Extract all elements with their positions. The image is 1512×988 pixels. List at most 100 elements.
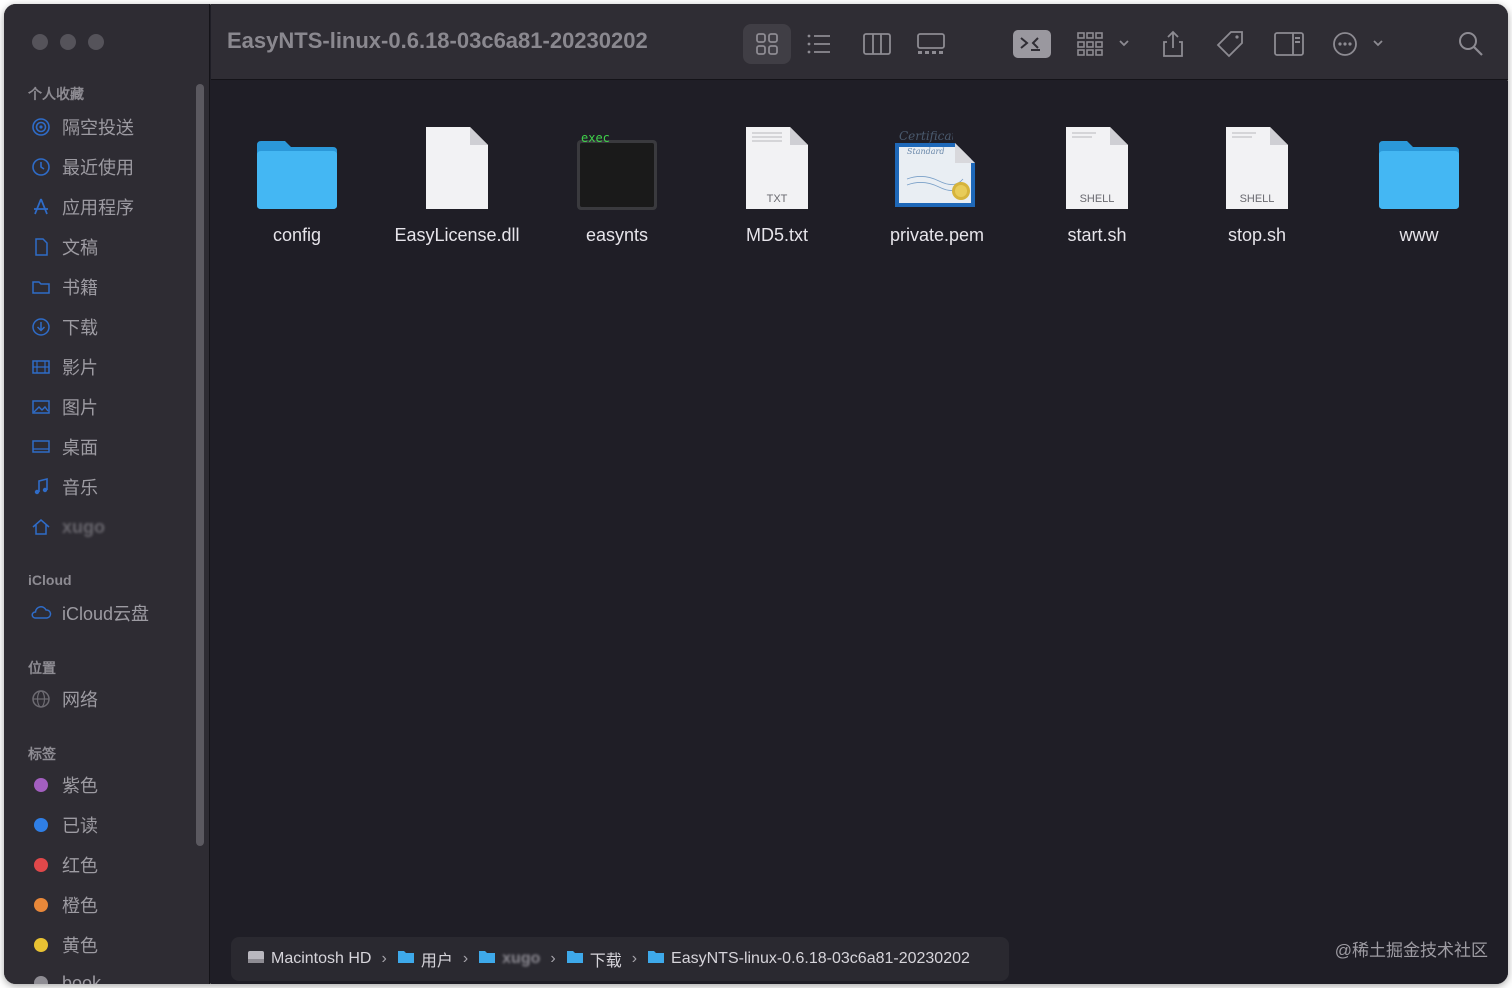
file-item-start-sh[interactable]: SHELL start.sh [1017,117,1177,246]
sidebar-item-recents[interactable]: 最近使用 [30,152,190,182]
path-bar: Macintosh HD › 用户 › xugo › 下载 › EasyNTS-… [231,937,1009,981]
sidebar-item-home[interactable]: xugo [30,512,190,542]
window-title: EasyNTS-linux-0.6.18-03c6a81-20230202 [227,28,648,53]
sidebar-item-movies[interactable]: 影片 [30,352,190,382]
music-icon [30,476,52,498]
close-window-button[interactable] [32,34,48,50]
exec-badge: exec [581,131,610,145]
cloud-icon [30,602,52,624]
group-icon [1076,31,1132,57]
applications-icon [30,196,52,218]
certificate-title: Certificate [899,129,953,143]
file-type-badge: TXT [766,193,788,205]
download-icon [30,316,52,338]
watermark: @稀土掘金技术社区 [1334,941,1488,960]
terminal-button[interactable] [1009,24,1055,64]
sidebar-item-label: 红色 [62,856,98,876]
folder-icon [247,117,347,211]
sidebar-tag-yellow[interactable]: 黄色 [30,930,190,960]
sidebar-item-desktop[interactable]: 桌面 [30,432,190,462]
terminal-icon [1012,29,1052,59]
zoom-window-button[interactable] [88,34,104,50]
sidebar-tag-red[interactable]: 红色 [30,850,190,880]
chevron-right-icon: › [462,950,469,967]
icon-view-button[interactable] [743,24,791,64]
airdrop-icon [30,116,52,138]
tag-button[interactable] [1211,24,1249,64]
file-item-easynts[interactable]: exec easynts [537,117,697,246]
sidebar-item-downloads[interactable]: 下载 [30,312,190,342]
preview-pane-icon [1274,32,1304,56]
file-name: start.sh [1067,225,1127,245]
sidebar-item-airdrop[interactable]: 隔空投送 [30,112,190,142]
shell-script-icon: SHELL [1207,117,1307,211]
certificate-subtitle: Standard [907,147,945,156]
sidebar-item-icloud-drive[interactable]: iCloud云盘 [30,598,190,628]
preview-pane-button[interactable] [1269,24,1309,64]
file-item-stop-sh[interactable]: SHELL stop.sh [1177,117,1337,246]
sidebar-item-label: 紫色 [62,776,98,796]
gallery-view-icon [917,33,945,55]
group-button[interactable] [1073,24,1135,64]
sidebar-item-label: 已读 [62,816,98,836]
sidebar-item-pictures[interactable]: 图片 [30,392,190,422]
list-view-button[interactable] [797,24,841,64]
file-name: config [272,225,322,245]
chevron-right-icon: › [631,950,638,967]
path-item-user-home[interactable]: xugo [478,949,540,969]
sidebar-tag-read[interactable]: 已读 [30,810,190,840]
sidebar-item-books[interactable]: 书籍 [30,272,190,302]
sidebar-item-music[interactable]: 音乐 [30,472,190,502]
gallery-view-button[interactable] [907,24,955,64]
tag-dot-icon [30,894,52,916]
path-item-current-folder[interactable]: EasyNTS-linux-0.6.18-03c6a81-20230202 [647,949,970,969]
folder-icon [478,949,496,969]
window-controls [32,34,104,50]
more-actions-button[interactable] [1331,24,1387,64]
tag-dot-icon [30,972,52,984]
sidebar-scrollbar[interactable] [196,84,204,846]
sidebar-tag-book[interactable]: book [30,968,190,984]
sidebar-item-network[interactable]: 网络 [30,684,190,714]
sidebar-item-label: 橙色 [62,896,98,916]
sidebar-item-label: 应用程序 [62,198,134,218]
folder-icon [30,276,52,298]
share-button[interactable] [1155,24,1191,64]
path-item-users[interactable]: 用户 [397,947,453,971]
sidebar-heading-favorites: 个人收藏 [28,86,84,102]
sidebar-item-label: 影片 [62,358,98,378]
sidebar-item-applications[interactable]: 应用程序 [30,192,190,222]
chevron-right-icon: › [381,950,387,967]
sidebar-item-label: book [62,972,102,985]
document-icon [407,117,507,211]
search-icon [1458,31,1484,57]
column-view-button[interactable] [853,24,901,64]
path-item-downloads[interactable]: 下载 [566,947,622,971]
exec-icon: exec [567,117,667,211]
sidebar-item-label: xugo [62,516,105,537]
file-item-private-pem[interactable]: Certificate Standard private.pem [857,117,1017,246]
folder-icon [647,949,665,969]
file-item-config[interactable]: config [217,117,377,246]
document-icon [30,236,52,258]
list-view-icon [806,33,832,55]
file-item-md5[interactable]: TXT MD5.txt [697,117,857,246]
icon-view-icon [755,32,779,56]
toolbar: EasyNTS-linux-0.6.18-03c6a81-20230202 [211,4,1508,80]
minimize-window-button[interactable] [60,34,76,50]
search-button[interactable] [1451,24,1491,64]
file-name: stop.sh [1227,225,1287,245]
sidebar-item-documents[interactable]: 文稿 [30,232,190,262]
certificate-icon: Certificate Standard [887,117,987,211]
file-item-www[interactable]: www [1339,117,1499,246]
sidebar-item-label: 最近使用 [62,158,134,178]
file-item-easylicense[interactable]: EasyLicense.dll [377,117,537,246]
path-item-label: 用户 [420,953,453,970]
path-item-macintosh-hd[interactable]: Macintosh HD [247,949,371,970]
column-view-icon [863,33,891,55]
sidebar-item-label: 图片 [62,398,98,418]
sidebar-item-label: 桌面 [62,438,98,458]
sidebar-tag-orange[interactable]: 橙色 [30,890,190,920]
sidebar-tag-purple[interactable]: 紫色 [30,770,190,800]
file-name: easynts [585,225,649,245]
